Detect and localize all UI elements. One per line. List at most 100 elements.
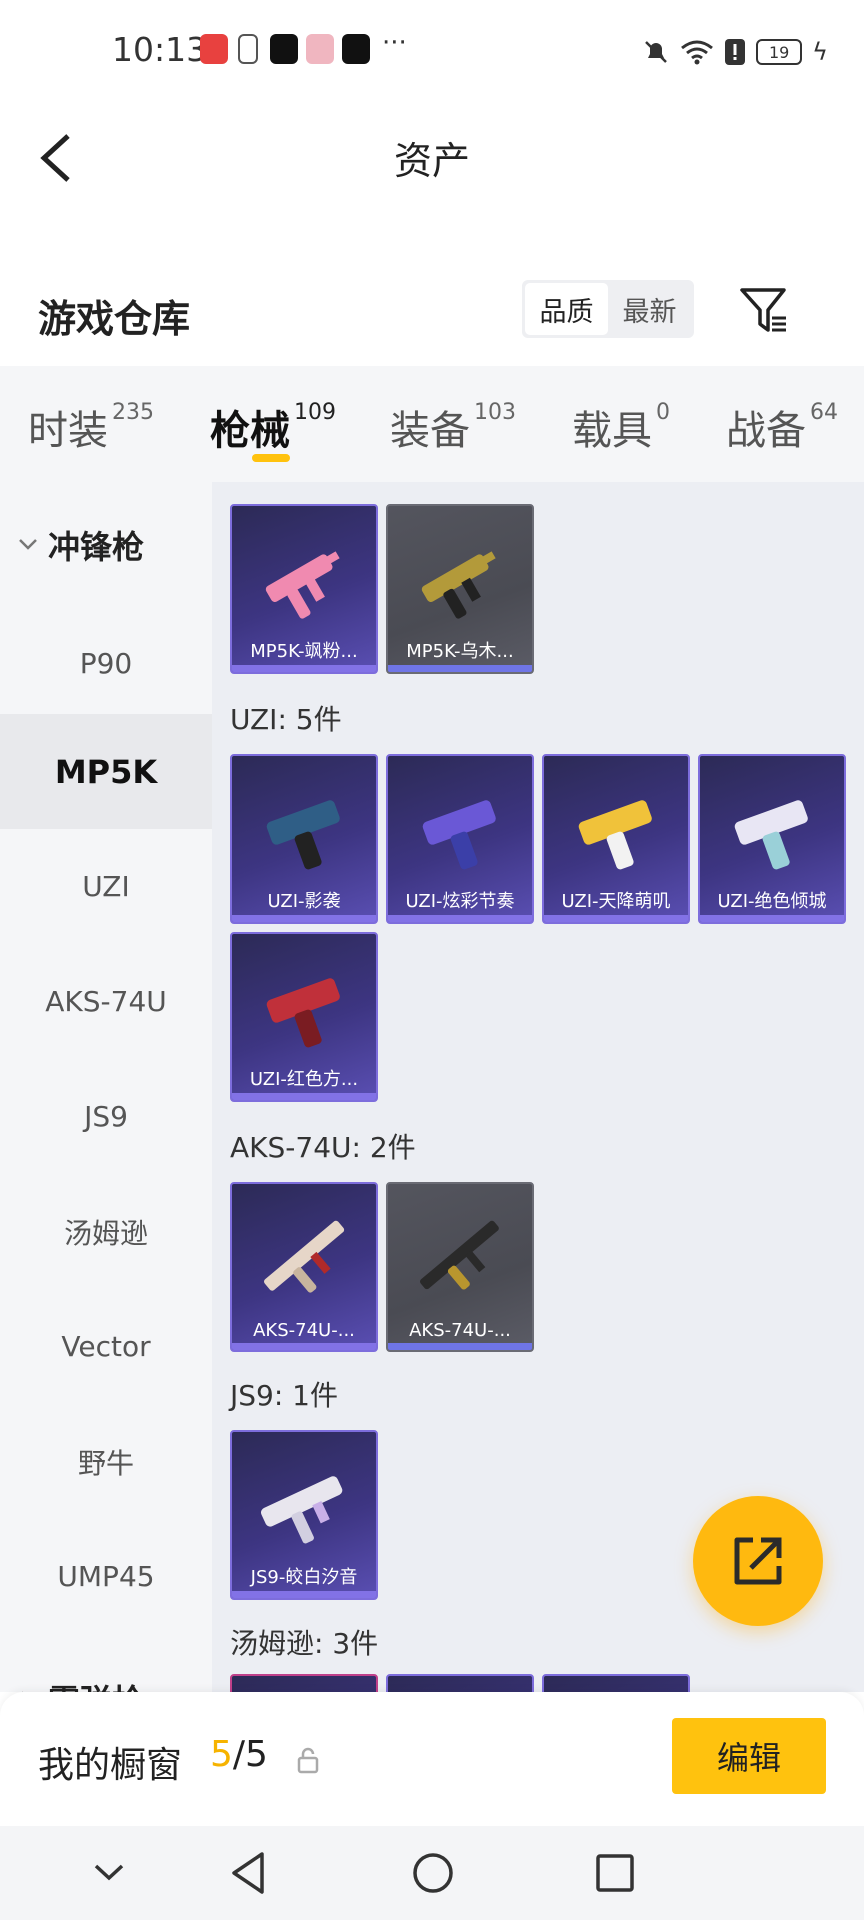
active-tab-indicator [252,454,290,462]
sidebar-item-p90[interactable]: P90 [0,606,212,721]
tab-supplies[interactable]: 战备 64 [726,398,838,456]
phone-alert-icon [238,34,258,64]
tab-count: 64 [810,400,838,425]
sort-toggle: 品质 最新 [522,280,694,338]
smg-icon [421,551,496,619]
tab-label: 枪械 [210,408,290,454]
sidebar-group-label: 冲锋枪 [48,528,145,566]
filter-icon[interactable] [736,282,792,338]
sidebar-item-mp5k[interactable]: MP5K [0,714,212,829]
uzi-icon [578,800,652,870]
uzi-icon [266,978,340,1048]
tab-label: 战备 [726,408,806,454]
sidebar-item-aks74u[interactable]: AKS-74U [0,944,212,1059]
sidebar-item-bison[interactable]: 野牛 [0,1404,212,1519]
rarity-bar [232,1591,376,1598]
item-card[interactable]: UZI-炫彩节奏 [386,754,534,924]
tab-count: 109 [294,400,336,425]
sidebar-group-smg[interactable]: 冲锋枪 [0,482,212,606]
item-card[interactable]: UZI-天降萌叽 [542,754,690,924]
showcase-count: 5/5 [210,1734,268,1775]
item-card[interactable]: AKS-74U-... [386,1182,534,1352]
tab-label: 装备 [390,408,470,454]
group-label-js9: JS9: 1件 [230,1379,338,1412]
item-name: MP5K-飒粉... [250,641,358,662]
status-bar: 10:13 ··· 19 ϟ [0,0,864,104]
wifi-icon [681,40,714,65]
item-name: MP5K-乌木... [406,641,514,662]
group-label-aks74u: AKS-74U: 2件 [230,1131,416,1164]
sidebar-item-ump45[interactable]: UMP45 [0,1519,212,1634]
item-name: AKS-74U-... [409,1320,511,1341]
chevron-down-icon [19,539,37,550]
item-name: AKS-74U-... [253,1320,355,1341]
item-card[interactable]: UZI-影袭 [230,754,378,924]
sidebar-item-thompson[interactable]: 汤姆逊 [0,1174,212,1289]
tiktok-icon [270,34,298,64]
showcase-title: 我的橱窗 [38,1745,183,1786]
rifle-icon [420,1220,499,1290]
nav-back-icon[interactable] [222,1846,276,1900]
share-fab-button[interactable] [693,1496,823,1626]
more-notifications-icon: ··· [382,28,407,58]
rarity-bar [544,915,688,922]
sidebar-item-js9[interactable]: JS9 [0,1059,212,1174]
tab-label: 载具 [572,408,652,454]
group-label-uzi: UZI: 5件 [230,703,342,736]
alert-icon [725,39,746,65]
sidebar-group-shotgun[interactable]: › 霰弹枪 [0,1674,212,1692]
showcase-bar: 我的橱窗 5/5 编辑 [0,1692,864,1826]
battery-icon: 19 [756,39,803,65]
chevron-right-icon: › [20,1684,29,1692]
item-name: UZI-影袭 [267,891,341,912]
category-tabs: 时装 235 枪械 109 装备 103 载具 0 战备 64 [0,366,864,482]
sidebar-item-uzi[interactable]: UZI [0,829,212,944]
tiktok-icon-2 [342,34,370,64]
rarity-bar [388,1343,532,1350]
uzi-icon [422,800,496,870]
rifle-icon [264,1220,345,1293]
tab-firearms[interactable]: 枪械 109 [210,398,336,456]
smg-icon [265,551,340,619]
tab-vehicles[interactable]: 载具 0 [572,398,670,456]
rarity-bar [232,1093,376,1100]
share-icon [734,1537,782,1585]
edit-button[interactable]: 编辑 [672,1718,826,1794]
weapon-sidebar: 冲锋枪 P90 MP5K UZI AKS-74U JS9 汤姆逊 Vector … [0,482,212,1692]
sort-newest-button[interactable]: 最新 [608,283,691,335]
charging-icon: ϟ [812,38,828,66]
item-name: JS9-皎白汐音 [250,1567,358,1588]
smg-icon [261,1476,343,1544]
huawei-app-icon [200,34,228,64]
item-card[interactable]: UZI-红色方... [230,932,378,1102]
item-card[interactable] [386,1674,534,1692]
rarity-bar [700,915,844,922]
nav-collapse-icon[interactable] [82,1846,136,1900]
tab-equipment[interactable]: 装备 103 [390,398,516,456]
item-card[interactable] [542,1674,690,1692]
status-time: 10:13 [112,30,208,69]
item-card[interactable]: MP5K-飒粉... [230,504,378,674]
tab-outfits[interactable]: 时装 235 [28,398,154,456]
item-card[interactable]: AKS-74U-... [230,1182,378,1352]
item-name: UZI-天降萌叽 [561,891,671,912]
item-card[interactable]: UZI-绝色倾城 [698,754,846,924]
item-card[interactable] [230,1674,378,1692]
system-nav-bar [0,1826,864,1920]
sort-quality-button[interactable]: 品质 [525,283,608,335]
nav-home-icon[interactable] [406,1846,460,1900]
item-card[interactable]: MP5K-乌木... [386,504,534,674]
tab-count: 235 [112,400,154,425]
nav-recents-icon[interactable] [588,1846,642,1900]
rarity-bar [232,915,376,922]
status-right: 19 ϟ [642,32,828,72]
warehouse-header: 游戏仓库 品质 最新 [0,208,864,366]
item-card[interactable]: JS9-皎白汐音 [230,1430,378,1600]
item-name: UZI-炫彩节奏 [405,891,515,912]
gift-box-icon [306,34,334,64]
warehouse-title: 游戏仓库 [38,297,191,341]
tab-label: 时装 [28,408,108,454]
sidebar-item-vector[interactable]: Vector [0,1289,212,1404]
uzi-icon [266,800,340,870]
rarity-bar [232,1343,376,1350]
